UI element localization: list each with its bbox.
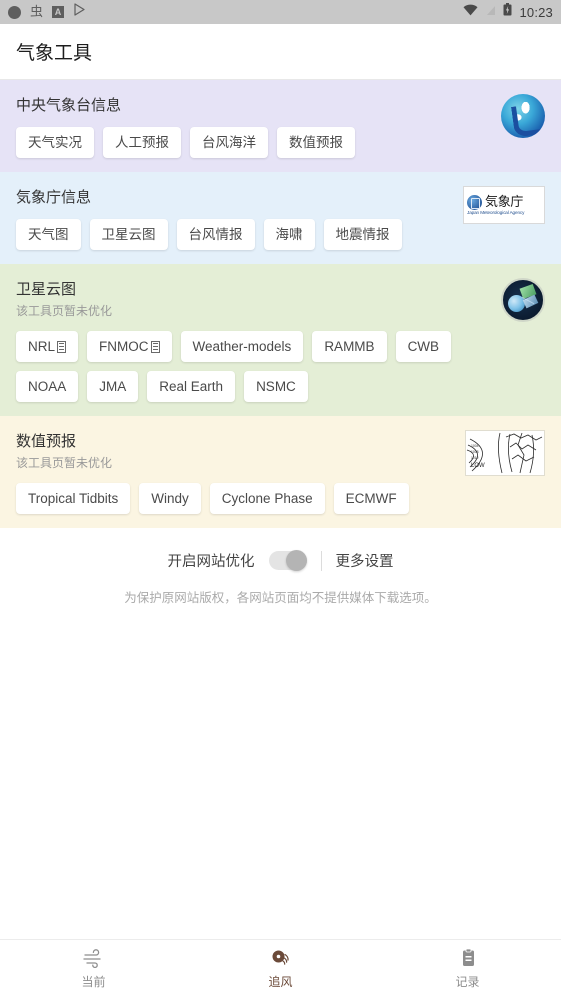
signal-icon	[485, 3, 496, 21]
section-nwp: 数值预报 该工具页暂未优化 1004 1008 1012 LOW Tropica…	[0, 416, 561, 528]
chip-nsmc[interactable]: NSMC	[244, 371, 308, 402]
jma-logo-subtext: Japan Meteorological Agency	[467, 209, 525, 215]
jma-logo: 気象庁 Japan Meteorological Agency	[463, 186, 545, 224]
chip-numerical-forecast[interactable]: 数值预报	[277, 127, 355, 158]
missing-glyph-icon	[150, 341, 160, 353]
chip-ecmwf[interactable]: ECMWF	[333, 483, 409, 514]
chip-group-cma: 天气实况 人工预报 台风海洋 数值预报	[16, 127, 471, 158]
chip-weather-live[interactable]: 天气实况	[16, 127, 94, 158]
chip-noaa[interactable]: NOAA	[16, 371, 79, 402]
chip-fnmoc-label: FNMOC	[99, 339, 149, 354]
disclaimer-text: 为保护原网站版权，各网站页面均不提供媒体下载选项。	[124, 591, 437, 605]
svg-text:1008: 1008	[471, 450, 479, 454]
play-store-icon	[73, 3, 86, 21]
chip-real-earth[interactable]: Real Earth	[147, 371, 236, 402]
settings-divider	[320, 550, 322, 571]
toggle-knob	[285, 550, 307, 571]
nav-item-current[interactable]: 当前	[0, 940, 187, 997]
svg-text:LOW: LOW	[471, 463, 485, 469]
svg-text:1012: 1012	[471, 456, 479, 460]
section-cma: 中央气象台信息 天气实况 人工预报 台风海洋 数值预报	[0, 80, 561, 172]
chip-rammb[interactable]: RAMMB	[312, 331, 387, 362]
settings-area: 开启网站优化 更多设置 为保护原网站版权，各网站页面均不提供媒体下载选项。	[0, 528, 561, 606]
more-settings-button[interactable]: 更多设置	[336, 550, 394, 571]
cma-dragon-logo	[501, 94, 545, 138]
nav-item-records[interactable]: 记录	[374, 940, 561, 997]
nav-label-current: 当前	[81, 975, 106, 989]
chip-tsunami[interactable]: 海啸	[263, 219, 315, 250]
circle-dot-icon	[8, 5, 21, 19]
chip-manual-forecast[interactable]: 人工预报	[103, 127, 181, 158]
chip-group-jma: 天气图 卫星云图 台风情报 海啸 地震情报	[16, 219, 471, 250]
chip-typhoon-ocean[interactable]: 台风海洋	[190, 127, 268, 158]
nav-label-records: 记录	[455, 975, 480, 989]
section-satellite: 卫星云图 该工具页暂未优化 NRL FNMOC Weather-models R…	[0, 264, 561, 416]
chip-nrl-label: NRL	[28, 339, 56, 354]
jma-mark-icon	[467, 194, 482, 210]
nav-label-storm-chase: 追风	[268, 975, 293, 989]
wifi-icon	[463, 3, 478, 21]
status-bar: 虫 A 10:23	[0, 0, 561, 24]
optimize-toggle[interactable]	[268, 550, 307, 571]
status-bar-right-icons: 10:23	[463, 3, 553, 21]
section-title-cma: 中央气象台信息	[16, 97, 122, 114]
chip-tropical-tidbits[interactable]: Tropical Tidbits	[16, 483, 131, 514]
bottom-navigation: 当前 追风 记录	[0, 939, 561, 997]
wind-icon	[82, 947, 106, 969]
section-subtitle-satellite: 该工具页暂未优化	[16, 304, 113, 318]
battery-charging-icon	[503, 3, 512, 21]
bug-icon: 虫	[30, 4, 44, 20]
chip-weather-models[interactable]: Weather-models	[180, 331, 304, 362]
chip-jma[interactable]: JMA	[87, 371, 139, 402]
clipboard-icon	[456, 947, 480, 969]
section-title-satellite: 卫星云图	[16, 281, 77, 298]
chip-group-nwp: Tropical Tidbits Windy Cyclone Phase ECM…	[16, 483, 471, 514]
isobar-chart-logo: 1004 1008 1012 LOW	[465, 430, 545, 476]
chip-fnmoc[interactable]: FNMOC	[87, 331, 172, 362]
chip-weather-map[interactable]: 天气图	[16, 219, 81, 250]
settings-row: 开启网站优化 更多设置	[0, 550, 561, 571]
status-bar-clock: 10:23	[519, 4, 553, 20]
satellite-earth-logo	[501, 278, 545, 322]
optimize-label: 开启网站优化	[167, 554, 255, 570]
cyclone-icon	[269, 947, 293, 969]
chip-group-satellite: NRL FNMOC Weather-models RAMMB CWB NOAA …	[16, 331, 471, 402]
app-bar: 气象工具	[0, 24, 561, 80]
jma-logo-text: 気象庁	[485, 194, 524, 209]
status-bar-left-icons: 虫 A	[8, 3, 86, 21]
chip-satellite-cloud[interactable]: 卫星云图	[89, 219, 168, 250]
nav-item-storm-chase[interactable]: 追风	[187, 940, 374, 997]
svg-text:1004: 1004	[471, 444, 479, 448]
chip-windy[interactable]: Windy	[139, 483, 201, 514]
page-title: 气象工具	[16, 43, 93, 64]
chip-cwb[interactable]: CWB	[395, 331, 452, 362]
missing-glyph-icon	[57, 341, 67, 353]
section-jma: 気象庁信息 気象庁 Japan Meteorological Agency 天气…	[0, 172, 561, 264]
chip-cyclone-phase[interactable]: Cyclone Phase	[209, 483, 325, 514]
chip-earthquake-info[interactable]: 地震情报	[323, 219, 402, 250]
chip-typhoon-info[interactable]: 台风情报	[176, 219, 255, 250]
boxed-a-icon: A	[52, 6, 65, 18]
chip-nrl[interactable]: NRL	[16, 331, 79, 362]
